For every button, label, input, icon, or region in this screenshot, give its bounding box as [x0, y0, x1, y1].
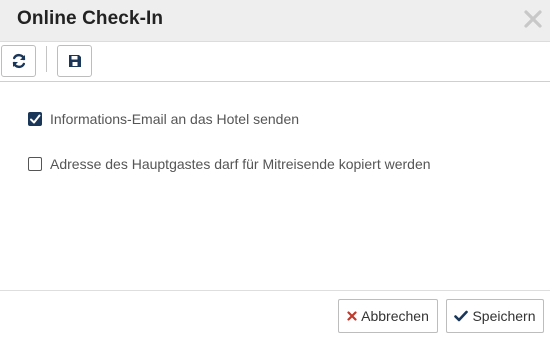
close-icon[interactable]	[522, 8, 544, 30]
dialog-titlebar: Online Check-In	[0, 0, 550, 42]
checkmark-icon	[30, 114, 41, 124]
toolbar-separator	[46, 46, 47, 72]
dialog-title: Online Check-In	[17, 8, 164, 29]
footer-divider	[0, 290, 550, 291]
adresse-kopieren-checkbox[interactable]	[28, 157, 42, 171]
save-icon	[68, 55, 81, 67]
save-button-label: Speichern	[472, 308, 536, 324]
checkmark-icon	[454, 310, 469, 322]
cancel-button[interactable]: Abbrechen	[338, 299, 438, 333]
save-button[interactable]: Speichern	[446, 299, 544, 333]
option-adresse-kopieren: Adresse des Hauptgastes darf für Mitreis…	[28, 156, 431, 172]
informations-email-label: Informations-Email an das Hotel senden	[50, 111, 300, 127]
cancel-button-label: Abbrechen	[361, 308, 429, 324]
toolbar	[0, 42, 550, 82]
cancel-x-icon	[347, 311, 357, 321]
adresse-kopieren-label: Adresse des Hauptgastes darf für Mitreis…	[50, 156, 431, 172]
refresh-icon	[12, 53, 25, 69]
refresh-button[interactable]	[1, 45, 36, 77]
save-toolbar-button[interactable]	[57, 45, 92, 77]
option-informations-email: Informations-Email an das Hotel senden	[28, 111, 299, 127]
informations-email-checkbox[interactable]	[28, 112, 42, 126]
